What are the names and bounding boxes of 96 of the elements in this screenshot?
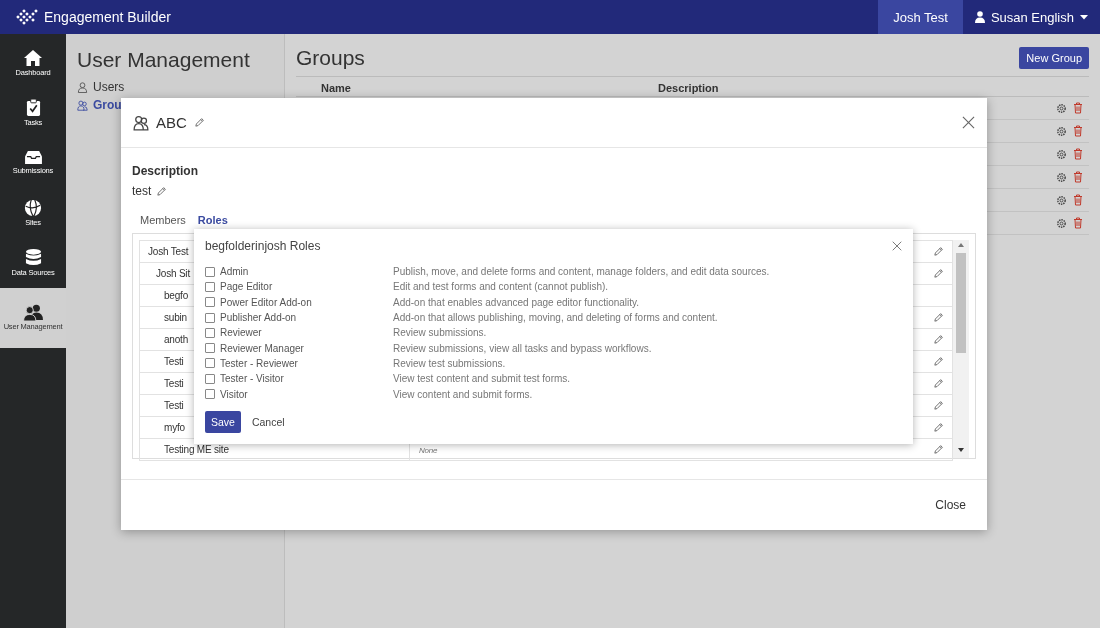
globe-icon [24,198,42,217]
cancel-button[interactable]: Cancel [249,413,287,430]
checkbox[interactable] [205,327,215,338]
role-name: Admin [220,266,249,278]
pencil-icon[interactable] [933,444,944,455]
checkbox[interactable] [205,297,215,308]
role-description: Edit and test forms and content (cannot publish). [393,281,610,293]
tree-cell: Testi [164,378,184,389]
description-label: Description [132,164,199,178]
role-name: Publisher Add-on [220,312,297,324]
checkbox[interactable] [205,312,215,323]
pencil-icon[interactable] [933,356,944,367]
pencil-icon[interactable] [933,312,944,323]
role-name: Tester - Visitor [220,373,284,385]
tree-cell: myfo [164,422,185,433]
checkbox[interactable] [205,266,215,277]
app-name: Engagement Builder [44,9,171,25]
trash-icon[interactable] [1073,194,1083,206]
logo-icon [16,8,38,26]
tree-cell: Testi [164,356,184,367]
home-icon [23,48,43,67]
checkbox[interactable] [205,358,215,369]
clipboard-icon [25,98,41,118]
role-description: Review submissions. [393,327,488,339]
tab[interactable]: Members [134,212,192,228]
popup-title: begfolderinjosh Roles [205,239,321,253]
checkbox[interactable] [205,389,215,399]
inbox-icon [23,150,43,166]
pencil-icon[interactable] [156,185,168,197]
caret-icon [1080,14,1088,20]
tree-cell: subin [164,312,187,323]
checkbox[interactable] [205,343,215,354]
trash-icon[interactable] [1073,171,1083,183]
gear-icon[interactable] [1056,217,1067,229]
close-button[interactable]: Close [933,496,968,514]
pencil-icon[interactable] [933,400,944,411]
gear-icon[interactable] [1056,194,1067,206]
section-title: Groups [296,46,365,70]
column-header: Name [321,82,352,94]
dialog-title: ABC [156,114,187,131]
pencil-icon[interactable] [933,378,944,389]
close-icon[interactable] [892,241,902,251]
pencil-icon[interactable] [933,422,944,433]
role-description: View test content and submit test forms. [393,373,572,385]
tree-cell: Testi [164,400,184,411]
tab[interactable]: Roles [191,212,234,228]
gear-icon[interactable] [1056,148,1067,160]
checkbox[interactable] [205,281,215,292]
tree-cell: Testing ME site [164,444,229,455]
user-icon [77,81,88,93]
save-button[interactable]: Save [205,410,241,433]
group-icon [77,99,88,111]
role-name: Power Editor Add-on [220,296,312,308]
gear-icon[interactable] [1056,102,1067,114]
trash-icon[interactable] [1073,102,1083,114]
column-header: Description [658,82,720,94]
new-group-button[interactable]: New Group [1019,47,1089,69]
user-name: Susan English [990,9,1074,25]
role-name: Page Editor [220,281,273,293]
group-icon [133,114,149,131]
page-title: User Management [77,48,251,72]
pencil-icon[interactable] [933,268,944,279]
role-description: Review submissions, view all tasks and bypass workflows. [393,342,653,354]
gear-icon[interactable] [1056,171,1067,183]
database-icon [24,248,42,268]
trash-icon[interactable] [1073,148,1083,160]
role-name: Tester - Reviewer [220,357,298,369]
role-description: Add-on that allows publishing, moving, and deleting of forms and content. [393,312,719,324]
tree-cell: begfo [164,290,189,301]
trash-icon[interactable] [1073,125,1083,137]
close-icon[interactable] [962,116,975,129]
gear-icon[interactable] [1056,125,1067,137]
nav-link[interactable]: Grou [77,98,273,112]
tree-cell: Josh Test [148,246,189,257]
tree-cell: anoth [164,334,189,345]
scrollbar[interactable] [953,240,969,458]
users-icon [22,304,44,322]
tree-cell: Josh Sit [156,268,190,279]
user-icon [974,11,985,23]
pencil-icon[interactable] [933,246,944,257]
role-name: Reviewer [220,327,262,339]
pencil-icon[interactable] [933,334,944,345]
role-name: Visitor [220,388,248,400]
description-text: test [132,184,152,198]
trash-icon[interactable] [1073,217,1083,229]
user-menu[interactable]: Susan English [962,0,1100,34]
checkbox[interactable] [205,373,215,384]
table-cell-text: None [418,446,438,455]
nav-link[interactable]: Users [77,80,273,94]
pencil-icon[interactable] [193,117,205,128]
account-tab[interactable]: Josh Test [878,0,963,34]
role-description: Review test submissions. [393,357,507,369]
role-description: Publish, move, and delete forms and content, manage folders, and edit data sources. [393,266,771,278]
role-description: Add-on that enables advanced page editor functionality. [393,296,641,308]
role-description: View content and submit forms. [393,388,534,400]
role-name: Reviewer Manager [220,342,304,354]
